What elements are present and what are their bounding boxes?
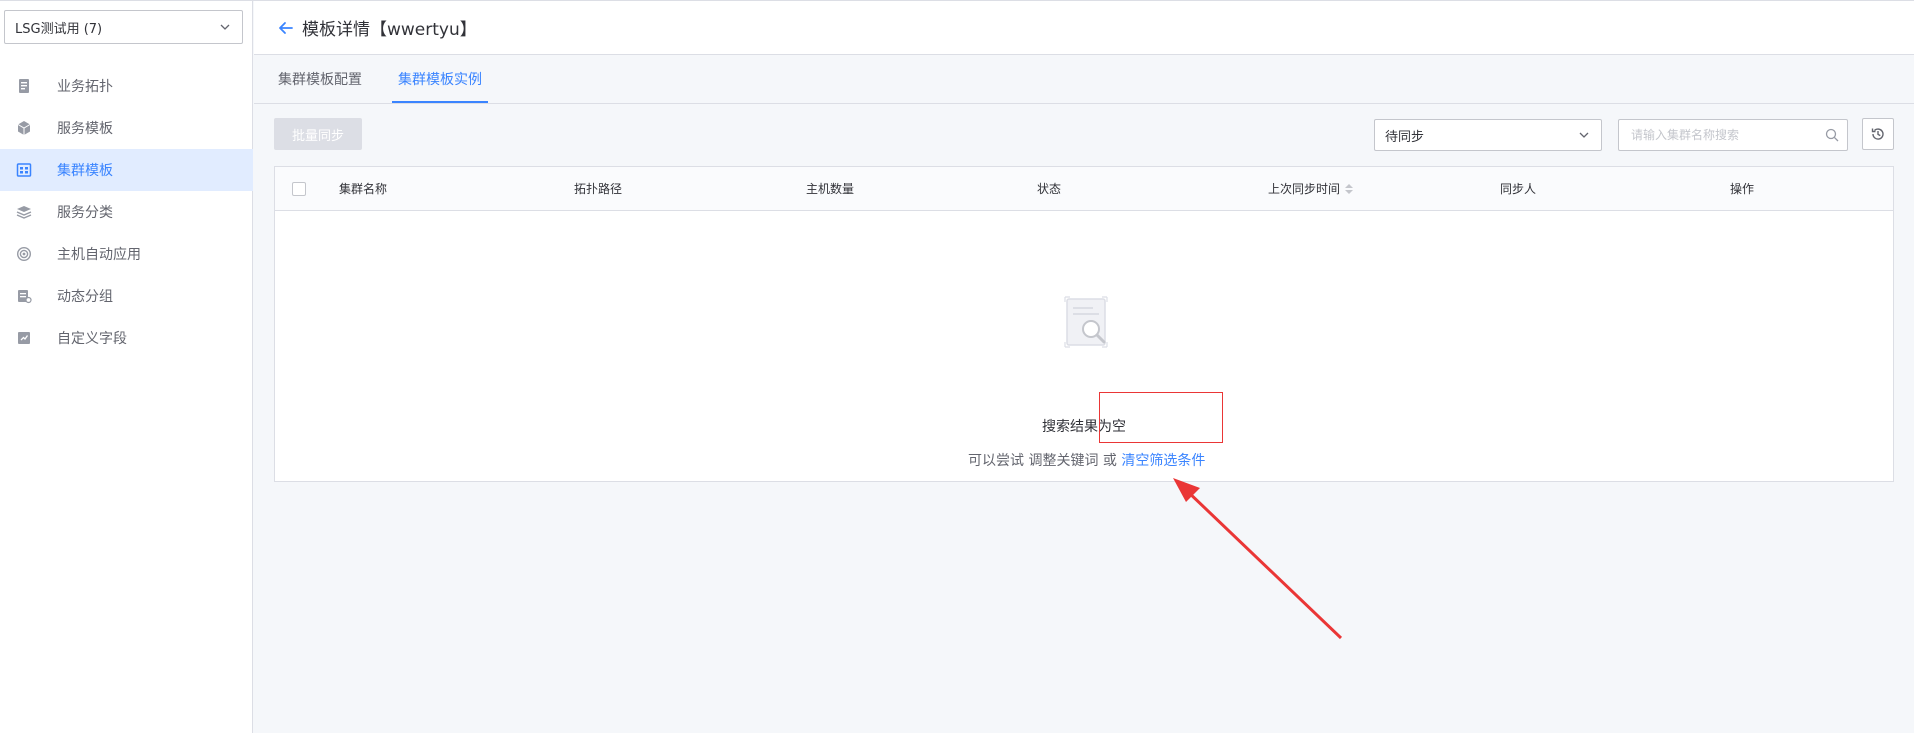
business-select[interactable]: LSG测试用 (7) [4,10,243,44]
sync-status-select[interactable]: 待同步 [1374,119,1602,151]
auto-apply-icon [16,246,32,262]
topology-icon [16,78,32,94]
column-header-sync-user: 同步人 [1500,182,1537,196]
annotation-highlight-box [1099,392,1223,443]
page-header: 模板详情【wwertyu】 [254,1,1914,55]
tab-bar: 集群模板配置 集群模板实例 [254,56,1914,104]
layers-icon [16,204,32,220]
sidebar-nav: 业务拓扑 服务模板 集群模板 服务分类 主机自动应用 动态分组 自定义字段 [0,65,253,359]
sidebar-item-label: 集群模板 [57,163,113,179]
column-header-actions: 操作 [1730,182,1755,196]
chevron-down-icon [1579,132,1589,138]
sidebar-item-business-topology[interactable]: 业务拓扑 [0,65,253,107]
arrow-left-icon[interactable] [276,18,296,38]
sidebar-item-service-category[interactable]: 服务分类 [0,191,253,233]
history-icon [1871,128,1884,140]
select-all-cell [292,167,306,210]
business-select-value: LSG测试用 (7) [15,21,103,37]
custom-field-icon [16,330,32,346]
cluster-search [1618,119,1848,151]
batch-sync-button[interactable]: 批量同步 [274,118,362,150]
chevron-down-icon [220,24,230,30]
sidebar-item-label: 服务分类 [57,205,113,221]
clear-filter-link[interactable]: 清空筛选条件 [1121,453,1205,469]
search-input[interactable] [1629,127,1825,143]
sidebar-item-dynamic-group[interactable]: 动态分组 [0,275,253,317]
sort-icon[interactable] [1345,183,1354,194]
sidebar-item-label: 主机自动应用 [57,247,141,263]
column-header-status: 状态 [1037,182,1062,196]
sidebar: LSG测试用 (7) 业务拓扑 服务模板 集群模板 服务分类 主机自动应用 动态… [0,1,253,733]
cube-icon [16,120,32,136]
sidebar-item-cluster-template[interactable]: 集群模板 [0,149,253,191]
column-header-label: 上次同步时间 [1268,182,1341,196]
empty-state: 搜索结果为空 可以尝试 调整关键词 或 清空筛选条件 [275,211,1893,481]
empty-tip-text: 可以尝试 调整关键词 或 [968,453,1122,469]
sidebar-item-label: 服务模板 [57,121,113,137]
sidebar-item-service-template[interactable]: 服务模板 [0,107,253,149]
empty-search-icon [1064,296,1108,348]
sidebar-item-custom-field[interactable]: 自定义字段 [0,317,253,359]
sync-status-value: 待同步 [1385,129,1425,145]
search-icon[interactable] [1825,128,1839,142]
empty-tip: 可以尝试 调整关键词 或 清空筛选条件 [968,450,1205,470]
cluster-instance-table: 集群名称 拓扑路径 主机数量 状态 上次同步时间 同步人 操作 搜索结果为空 可… [274,166,1894,482]
dynamic-group-icon [16,288,32,304]
sidebar-item-host-auto-apply[interactable]: 主机自动应用 [0,233,253,275]
sidebar-item-label: 业务拓扑 [57,79,113,95]
empty-title: 搜索结果为空 [1042,419,1126,435]
column-header-topology-path: 拓扑路径 [574,182,623,196]
select-all-checkbox[interactable] [292,181,306,196]
page-title: 模板详情【wwertyu】 [302,20,477,40]
tab-cluster-template-instance[interactable]: 集群模板实例 [392,56,488,103]
column-header-cluster-name: 集群名称 [339,182,388,196]
tab-cluster-template-config[interactable]: 集群模板配置 [272,56,368,103]
column-header-last-sync-time[interactable]: 上次同步时间 [1268,167,1354,210]
sidebar-item-label: 动态分组 [57,289,113,305]
column-header-host-count: 主机数量 [806,182,855,196]
history-button[interactable] [1862,118,1894,150]
sidebar-item-label: 自定义字段 [57,331,127,347]
table-header: 集群名称 拓扑路径 主机数量 状态 上次同步时间 同步人 操作 [275,167,1893,211]
cluster-template-icon [16,162,32,178]
